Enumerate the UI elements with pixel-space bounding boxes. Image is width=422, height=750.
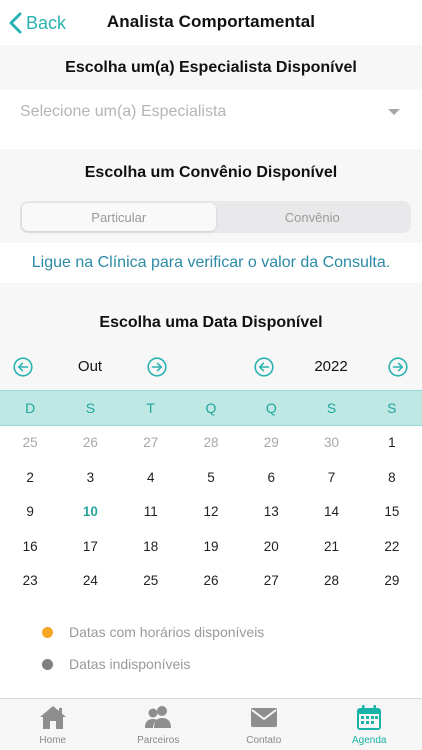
calendar-day: 25 [22,435,38,450]
calendar-day[interactable]: 27 [241,564,301,599]
calendar-week: 2 3 4 5 6 7 8 [0,461,422,496]
tab-bar: Home Parceiros Contato Agenda [0,698,422,750]
specialist-select-placeholder: Selecione um(a) Especialista [20,103,227,120]
calendar-day[interactable]: 6 [241,461,301,496]
calendar-day[interactable]: 17 [60,530,120,565]
calendar-day[interactable]: 22 [362,530,422,565]
calendar-day: 28 [203,435,219,450]
calendar-day[interactable]: 23 [0,564,60,599]
legend-item-unavailable: Datas indisponíveis [42,656,190,672]
weekday-label: Q [205,400,217,416]
section-spacer [0,135,422,149]
calendar-day[interactable]: 4 [121,461,181,496]
legend-label: Datas com horários disponíveis [69,624,265,640]
available-dot-icon [42,626,53,638]
weekday-label: D [25,400,36,416]
calendar-day[interactable]: 3 [60,461,120,496]
home-icon [39,706,66,729]
previous-month-button[interactable] [13,357,33,377]
tab-label: Contato [246,735,282,746]
calendar-day[interactable]: 12 [181,495,241,530]
page-title: Analista Comportamental [106,12,316,31]
arrow-right-circle-icon [388,357,408,377]
calendar-day: 27 [143,435,159,450]
calendar-day[interactable]: 20 [241,530,301,565]
calendar-day-today[interactable]: 10 [60,495,120,530]
calendar-day[interactable]: 25 [121,564,181,599]
calendar-day[interactable]: 16 [0,530,60,565]
calendar-week: 9 10 11 12 13 14 15 [0,495,422,530]
calendar-day: 30 [324,435,340,450]
convenio-section-title: Escolha um Convênio Disponível [84,164,338,181]
calendar-day[interactable]: 11 [121,495,181,530]
month-value: Out [77,358,103,375]
people-icon [145,706,172,728]
navigation-bar: Back Analista Comportamental [0,0,422,45]
convenio-section: Escolha um Convênio Disponível Particula… [0,149,422,243]
weekday-label: S [85,400,96,416]
tab-agenda[interactable]: Agenda [317,699,422,750]
legend-label: Datas indisponíveis [69,656,191,672]
calendar-day[interactable]: 5 [181,461,241,496]
tab-home[interactable]: Home [0,699,106,750]
calendar-day[interactable]: 19 [181,530,241,565]
calendar-week: 25 26 27 28 29 30 1 [0,426,422,461]
specialist-select[interactable]: Selecione um(a) Especialista [0,90,422,135]
next-month-button[interactable] [147,357,167,377]
legend-item-available: Datas com horários disponíveis [42,624,264,640]
calendar-day[interactable]: 18 [121,530,181,565]
calendar-day[interactable]: 13 [241,495,301,530]
calendar-day[interactable]: 15 [362,495,422,530]
calendar-day: 29 [263,435,279,450]
year-value: 2022 [314,358,348,375]
segment-convenio[interactable]: Convênio [216,203,410,231]
arrow-left-circle-icon [13,357,33,377]
calendar-week: 23 24 25 26 27 28 29 [0,564,422,599]
calendar-day[interactable]: 28 [301,564,361,599]
tab-label: Parceiros [137,735,180,746]
arrow-left-circle-icon [254,357,274,377]
weekday-header: D S T Q Q S S [0,390,422,426]
previous-year-button[interactable] [254,357,274,377]
calendar-day: 26 [82,435,98,450]
tab-label: Agenda [352,735,387,746]
unavailable-dot-icon [42,658,53,670]
calendar-week: 16 17 18 19 20 21 22 [0,530,422,565]
caret-down-icon [388,109,400,115]
calendar-day[interactable]: 8 [362,461,422,496]
mail-icon [250,708,277,727]
clinic-info-link[interactable]: Ligue na Clínica para verificar o valor … [0,243,422,283]
calendar-day[interactable]: 14 [301,495,361,530]
tab-contato[interactable]: Contato [211,699,317,750]
calendar-day[interactable]: 7 [301,461,361,496]
convenio-segmented-control: Particular Convênio [20,201,411,233]
weekday-label: T [146,400,155,416]
arrow-right-circle-icon [147,357,167,377]
calendar-day[interactable]: 2 [0,461,60,496]
weekday-label: S [387,400,397,416]
calendar-day[interactable]: 1 [362,426,422,461]
tab-label: Home [39,735,67,746]
date-section-title: Escolha uma Data Disponível [99,314,323,331]
weekday-label: S [326,400,337,416]
segment-particular[interactable]: Particular [22,203,216,231]
calendar-day[interactable]: 29 [362,564,422,599]
calendar-day[interactable]: 9 [0,495,60,530]
calendar-grid: 25 26 27 28 29 30 1 2 3 4 5 6 7 8 9 10 1… [0,426,422,599]
specialist-section-title: Escolha um(a) Especialista Disponível [0,45,422,90]
tab-parceiros[interactable]: Parceiros [106,699,212,750]
weekday-label: Q [265,400,277,416]
calendar-day[interactable]: 24 [60,564,120,599]
calendar-icon [357,705,382,730]
calendar-day[interactable]: 21 [301,530,361,565]
calendar-day[interactable]: 26 [181,564,241,599]
next-year-button[interactable] [388,357,408,377]
